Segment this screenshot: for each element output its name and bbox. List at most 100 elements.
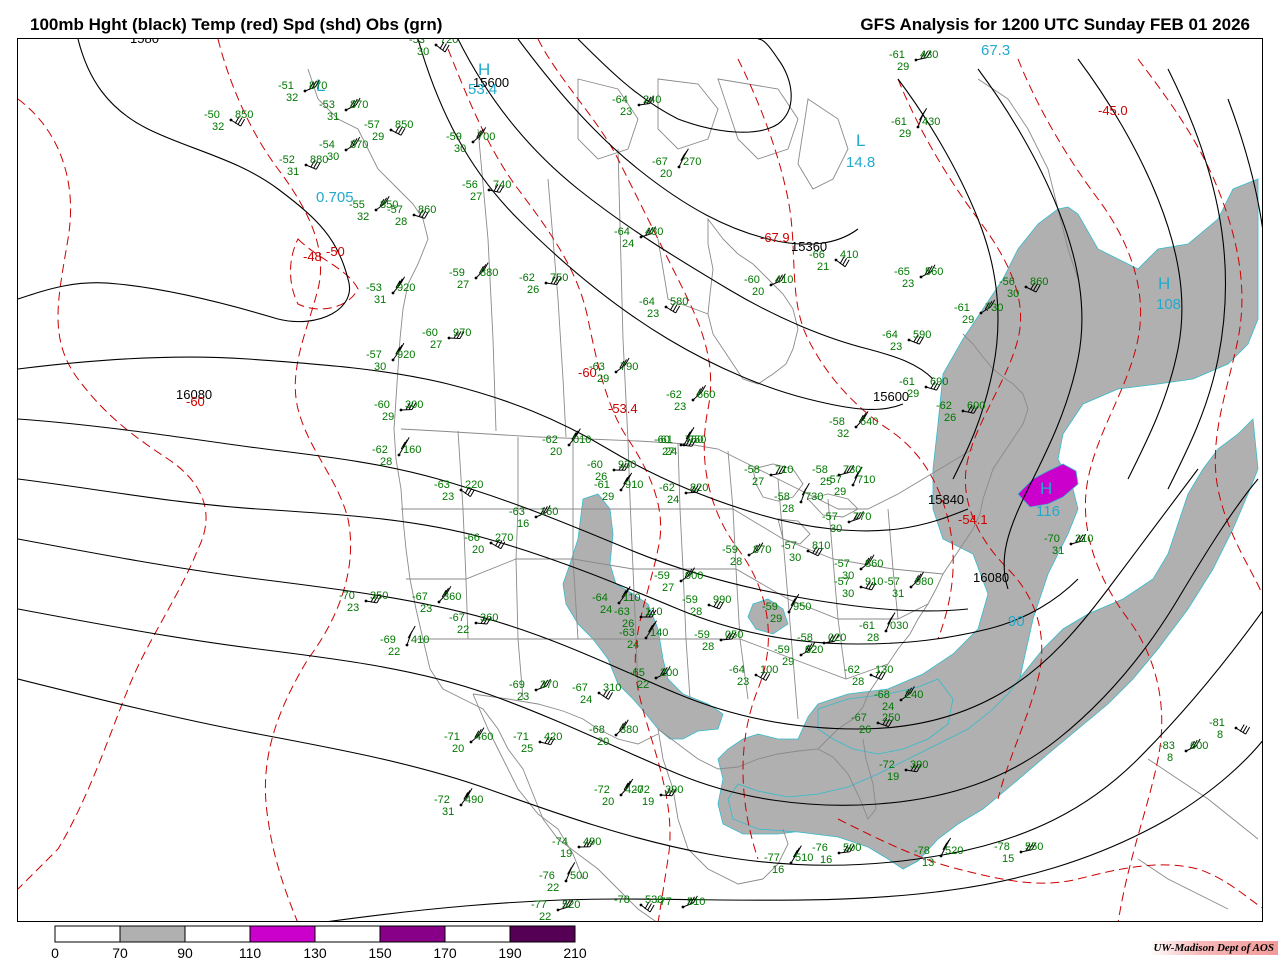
station-dot xyxy=(916,125,920,129)
obs-temperature: -61 xyxy=(889,49,905,61)
obs-dewpoint-depression: 19 xyxy=(560,848,572,860)
station-dot xyxy=(659,793,663,797)
station-dot xyxy=(364,599,368,603)
obs-temperature: -68 xyxy=(874,689,890,701)
station-dot xyxy=(397,453,401,457)
station-dot xyxy=(869,673,873,677)
obs-dewpoint-depression: 20 xyxy=(602,796,614,808)
obs-height: 980 xyxy=(915,576,933,588)
station-dot xyxy=(876,721,880,725)
obs-dewpoint-depression: 26 xyxy=(527,284,539,296)
obs-height: 920 xyxy=(397,349,415,361)
obs-temperature: -55 xyxy=(349,199,365,211)
obs-height: 730 xyxy=(843,464,861,476)
obs-temperature: -64 xyxy=(729,664,745,676)
obs-height: 920 xyxy=(397,282,415,294)
obs-temperature: -77 xyxy=(764,852,780,864)
station-dot xyxy=(614,733,618,737)
obs-dewpoint-depression: 16 xyxy=(517,518,529,530)
station-dot xyxy=(304,163,308,167)
obs-temperature: -77 xyxy=(531,899,547,911)
station-dot xyxy=(859,585,863,589)
obs-height: 110 xyxy=(645,606,663,618)
station-dot xyxy=(707,603,711,607)
station-dot xyxy=(474,621,478,625)
station-dot xyxy=(619,488,623,492)
obs-dewpoint-depression: 27 xyxy=(457,279,469,291)
obs-temperature: -67 xyxy=(652,156,668,168)
obs-temperature: -61 xyxy=(657,434,673,446)
station-obs: -6720 270 xyxy=(652,148,701,180)
station-dot xyxy=(564,879,568,883)
obs-temperature: -58 xyxy=(774,491,790,503)
obs-temperature: -57 xyxy=(822,511,838,523)
obs-temperature: -62 xyxy=(936,400,952,412)
station-obs: -838 600 xyxy=(1159,738,1208,764)
station-dot xyxy=(437,600,441,604)
station-obs: -7231 490 xyxy=(434,788,483,818)
obs-temperature: -58 xyxy=(744,464,760,476)
legend-bin-110-130 xyxy=(249,925,316,943)
station-dot xyxy=(679,443,683,447)
obs-height: 270 xyxy=(495,532,513,544)
obs-temperature: -54 xyxy=(319,139,335,151)
obs-dewpoint-depression: 23 xyxy=(620,106,632,118)
obs-temperature: -78 xyxy=(994,841,1010,853)
station-dot xyxy=(806,549,810,553)
obs-height: 600 xyxy=(967,400,985,412)
obs-temperature: -53 xyxy=(319,99,335,111)
obs-temperature: -58 xyxy=(812,464,828,476)
obs-temperature: -62 xyxy=(844,664,860,676)
station-obs: -7616 500 xyxy=(812,842,861,866)
legend-tick-label: 170 xyxy=(433,945,457,960)
legend-tick-label: 210 xyxy=(563,945,587,960)
obs-temperature: -64 xyxy=(882,329,898,341)
obs-height: 250 xyxy=(882,712,900,724)
station-dot xyxy=(399,408,403,412)
temp-contour xyxy=(18,98,207,890)
obs-temperature: -59 xyxy=(762,601,778,613)
obs-height: 520 xyxy=(945,845,963,857)
station-obs: -6129 430 xyxy=(891,108,940,140)
obs-height: 870 xyxy=(309,80,327,92)
station-dot xyxy=(459,488,463,492)
obs-dewpoint-depression: 22 xyxy=(547,882,559,894)
obs-temperature: -67 xyxy=(851,712,867,724)
obs-height: 500 xyxy=(843,842,861,854)
station-dot xyxy=(474,276,478,280)
obs-dewpoint-depression: 24 xyxy=(667,494,679,506)
station-obs: -6124 750 xyxy=(657,427,706,458)
station-dot xyxy=(639,615,643,619)
station-obs: -5331 920 xyxy=(366,276,415,306)
station-obs: -7031 310 xyxy=(1044,533,1093,557)
height-contour-label: 15840 xyxy=(928,492,964,507)
obs-dewpoint-depression: 23 xyxy=(737,676,749,688)
obs-dewpoint-depression: 23 xyxy=(674,401,686,413)
obs-temperature: -56 xyxy=(999,276,1015,288)
legend-bin-130-150 xyxy=(314,925,381,943)
obs-temperature: -67 xyxy=(449,612,465,624)
obs-dewpoint-depression: 25 xyxy=(521,743,533,755)
legend-tick-labels: 0 70 90 110 130 150 170 190 210 xyxy=(51,945,587,960)
obs-temperature: -60 xyxy=(587,459,603,471)
obs-height: 370 xyxy=(540,679,558,691)
station-dot xyxy=(1024,285,1028,289)
obs-height: 480 xyxy=(645,226,663,238)
obs-dewpoint-depression: 28 xyxy=(395,216,407,228)
obs-height: 160 xyxy=(403,444,421,456)
obs-dewpoint-depression: 28 xyxy=(702,641,714,653)
obs-temperature: -60 xyxy=(374,399,390,411)
station-dot xyxy=(538,740,542,744)
obs-dewpoint-depression: 29 xyxy=(602,491,614,503)
station-dot xyxy=(664,305,668,309)
station-obs: -5032 850 xyxy=(204,109,253,133)
obs-temperature: -61 xyxy=(899,376,915,388)
obs-dewpoint-depression: 30 xyxy=(789,552,801,564)
obs-temperature: -59 xyxy=(682,594,698,606)
station-dot xyxy=(909,585,913,589)
obs-height: 510 xyxy=(687,896,705,908)
obs-temperature: -61 xyxy=(954,302,970,314)
station-dot xyxy=(851,483,855,487)
station-dot xyxy=(229,118,233,122)
obs-temperature: -62 xyxy=(542,434,558,446)
